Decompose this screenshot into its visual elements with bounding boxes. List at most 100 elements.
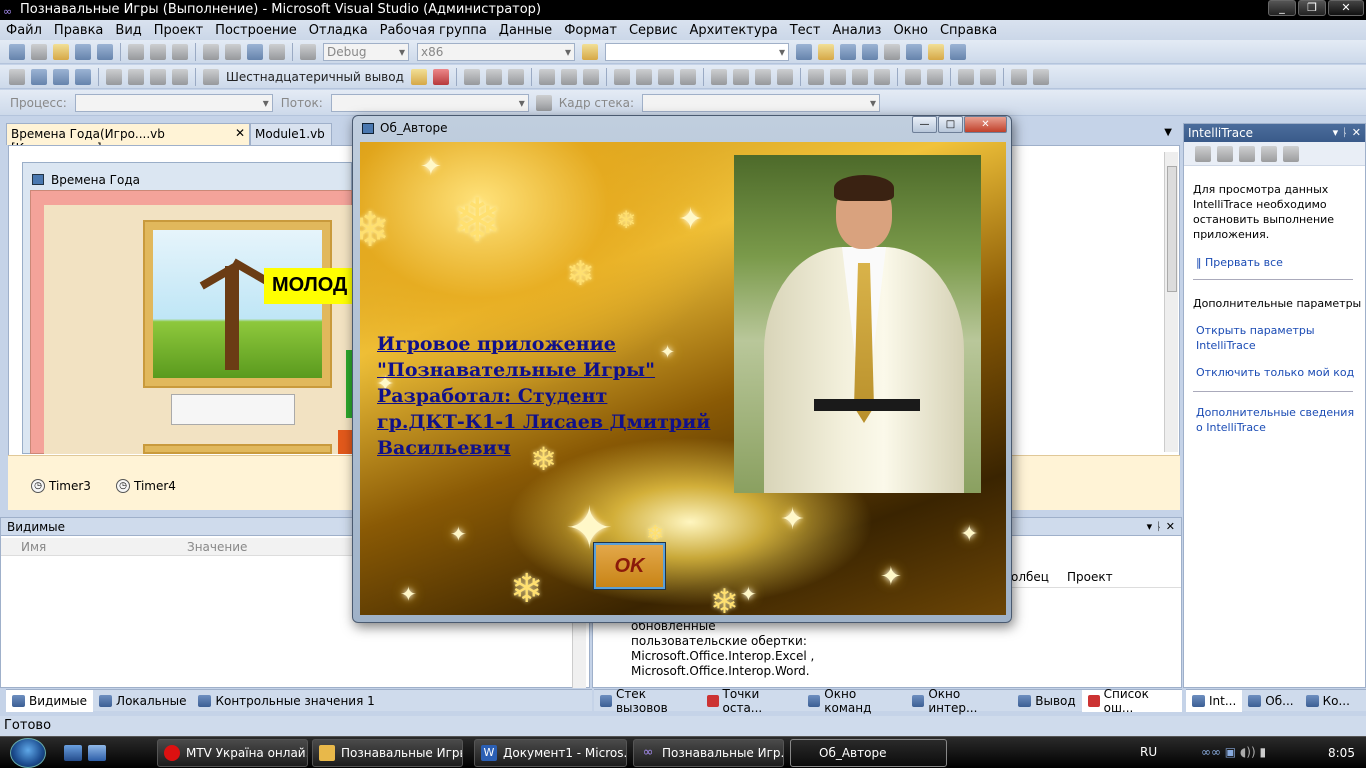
answer-textbox[interactable] xyxy=(171,394,295,425)
find-combo[interactable] xyxy=(605,42,789,61)
orange-control[interactable] xyxy=(338,430,352,454)
tab-call-stack[interactable]: Стек вызовов xyxy=(594,687,701,715)
align-rights-icon[interactable] xyxy=(507,68,524,85)
switch-windows-icon[interactable] xyxy=(88,745,106,761)
filter-icon[interactable] xyxy=(535,94,552,111)
undo-icon[interactable] xyxy=(203,43,219,60)
make-same-height-icon[interactable] xyxy=(635,68,652,85)
menu-analyze[interactable]: Анализ xyxy=(832,23,881,38)
thread-combo[interactable] xyxy=(330,93,529,112)
increase-horizontal-spacing-icon[interactable] xyxy=(732,68,749,85)
process-combo[interactable] xyxy=(74,93,273,112)
object-browser-icon[interactable] xyxy=(862,43,878,60)
dialog-maximize-button[interactable]: □ xyxy=(938,116,963,133)
close-tab-icon[interactable]: ✕ xyxy=(235,126,245,140)
center-horizontally-icon[interactable] xyxy=(904,68,921,85)
quick-watch-icon[interactable] xyxy=(203,68,219,85)
more-info-link-1[interactable]: Дополнительные сведения xyxy=(1196,405,1354,420)
stack-frame-combo[interactable] xyxy=(642,93,880,112)
close-icon[interactable]: ✕ xyxy=(1352,126,1361,139)
restart-icon[interactable] xyxy=(75,68,91,85)
cut-icon[interactable] xyxy=(128,43,144,60)
taskbar-item-folder[interactable]: Познавальные Игры xyxy=(312,739,463,767)
paste-icon[interactable] xyxy=(172,43,188,60)
search-icon[interactable] xyxy=(1261,145,1277,162)
debug-windows-icon[interactable] xyxy=(432,68,449,85)
menu-test[interactable]: Тест xyxy=(790,23,821,38)
step-into-icon[interactable] xyxy=(128,68,144,85)
clock[interactable]: 8:05 xyxy=(1328,746,1355,760)
break-all-link[interactable]: ‖ Прервать все xyxy=(1196,255,1283,270)
menu-format[interactable]: Формат xyxy=(564,23,617,38)
send-to-back-icon[interactable] xyxy=(979,68,996,85)
remove-horizontal-spacing-icon[interactable] xyxy=(776,68,793,85)
timer3-component[interactable]: ◷ Timer3 xyxy=(31,479,91,493)
open-log-icon[interactable] xyxy=(1239,145,1255,162)
language-indicator[interactable]: RU xyxy=(1140,745,1157,759)
dialog-minimize-button[interactable]: — xyxy=(912,116,937,133)
start-page-icon[interactable] xyxy=(906,43,922,60)
vertical-spacing-equal-icon[interactable] xyxy=(807,68,824,85)
col-name[interactable]: Имя xyxy=(21,540,46,554)
redo-icon[interactable] xyxy=(225,43,241,60)
align-tops-icon[interactable] xyxy=(538,68,555,85)
hex-display-toggle[interactable]: Шестнадцатеричный вывод xyxy=(226,70,404,84)
designer-scrollbar[interactable] xyxy=(1164,152,1178,452)
col-column[interactable]: олбец xyxy=(1011,570,1049,584)
tab-locals[interactable]: Локальные xyxy=(93,690,192,712)
size-to-grid-icon[interactable] xyxy=(679,68,696,85)
align-middles-icon[interactable] xyxy=(560,68,577,85)
minimize-button[interactable]: _ xyxy=(1268,0,1296,16)
find-in-files-icon[interactable] xyxy=(582,43,598,60)
tray-speaker-icon[interactable]: ◖)) xyxy=(1240,745,1256,759)
navigate-forward-icon[interactable] xyxy=(269,43,285,60)
close-button[interactable]: ✕ xyxy=(1328,0,1364,16)
show-desktop-icon[interactable] xyxy=(64,745,82,761)
panel-menu-icon[interactable]: ▾ xyxy=(1147,520,1153,533)
dialog-close-button[interactable]: ✕ xyxy=(964,116,1007,133)
open-file-icon[interactable] xyxy=(53,43,69,60)
platform-combo[interactable]: x86 xyxy=(417,42,575,61)
add-item-icon[interactable] xyxy=(31,43,47,60)
tab-solution-explorer[interactable]: Об... xyxy=(1242,690,1299,712)
taskbar-item-word[interactable]: W Документ1 - Micros... xyxy=(474,739,627,767)
horizontal-spacing-equal-icon[interactable] xyxy=(710,68,727,85)
tab-intellitrace[interactable]: Int... xyxy=(1186,689,1243,712)
menu-edit[interactable]: Правка xyxy=(54,23,103,38)
save-icon[interactable] xyxy=(75,43,91,60)
taskbar-item-about-dialog[interactable]: Об_Авторе xyxy=(790,739,947,767)
find-icon[interactable] xyxy=(796,43,812,60)
remove-vertical-spacing-icon[interactable] xyxy=(873,68,890,85)
decrease-horizontal-spacing-icon[interactable] xyxy=(754,68,771,85)
open-settings-link-1[interactable]: Открыть параметры xyxy=(1196,323,1315,338)
menu-view[interactable]: Вид xyxy=(115,23,141,38)
tab-module1[interactable]: Module1.vb xyxy=(250,123,332,145)
center-vertically-icon[interactable] xyxy=(926,68,943,85)
continue-icon[interactable] xyxy=(9,68,25,85)
menu-file[interactable]: Файл xyxy=(6,23,42,38)
command-window-icon[interactable] xyxy=(950,43,966,60)
start-debugging-icon[interactable] xyxy=(300,43,316,60)
menu-window[interactable]: Окно xyxy=(893,23,928,38)
menu-build[interactable]: Построение xyxy=(215,23,297,38)
tab-output[interactable]: Вывод xyxy=(1012,690,1081,712)
second-picturebox[interactable] xyxy=(143,444,332,454)
panel-menu-icon[interactable]: ▾ xyxy=(1333,126,1339,139)
col-value[interactable]: Значение xyxy=(187,540,247,554)
properties-icon[interactable] xyxy=(840,43,856,60)
copy-icon[interactable] xyxy=(150,43,166,60)
timer4-component[interactable]: ◷ Timer4 xyxy=(116,479,176,493)
menu-team[interactable]: Рабочая группа xyxy=(380,23,487,38)
tree-picturebox[interactable] xyxy=(143,220,332,388)
taskbar-item-opera[interactable]: MTV Україна онлай... xyxy=(157,739,308,767)
tab-order-icon[interactable] xyxy=(1010,68,1027,85)
menu-help[interactable]: Справка xyxy=(940,23,997,38)
menu-architecture[interactable]: Архитектура xyxy=(690,23,778,38)
col-project[interactable]: Проект xyxy=(1067,570,1113,584)
taskbar-item-visual-studio[interactable]: ∞ Познавальные Игр... xyxy=(633,739,784,767)
start-button[interactable] xyxy=(10,738,46,768)
lock-controls-icon[interactable] xyxy=(1032,68,1049,85)
menu-debug[interactable]: Отладка xyxy=(309,23,368,38)
stop-debugging-icon[interactable] xyxy=(53,68,69,85)
bring-to-front-icon[interactable] xyxy=(957,68,974,85)
